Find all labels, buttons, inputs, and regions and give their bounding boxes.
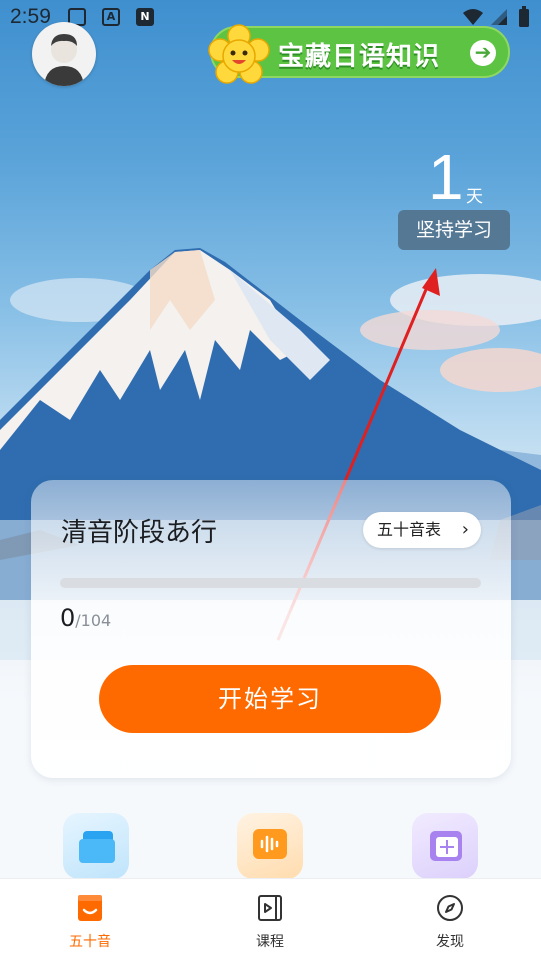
streak-days-unit: 天 [466, 187, 483, 207]
kana-chart-button[interactable]: 五十音表 › [363, 512, 481, 548]
tab-discover[interactable]: 发现 [405, 893, 495, 951]
tab-fifty-sounds[interactable]: 五十音 [45, 893, 135, 951]
video-course-icon [258, 895, 282, 921]
flower-mascot-icon [208, 24, 270, 84]
feature-cards-button[interactable] [412, 813, 478, 879]
compass-icon [437, 895, 463, 921]
streak-days-count: 1 [428, 141, 464, 213]
stage-title: 清音阶段あ行 [61, 518, 218, 548]
voice-message-icon [253, 829, 287, 859]
kana-chart-label: 五十音表 [377, 520, 442, 539]
signal-icon [491, 9, 507, 25]
progress-bar [60, 578, 481, 588]
stage-progress-card: 清音阶段あ行 五十音表 › 0/104 开始学习 [31, 480, 511, 778]
bottom-tab-bar: 五十音 课程 发现 [0, 878, 541, 962]
app-n-icon: N [136, 8, 154, 26]
banner-title: 宝藏日语知识 [278, 42, 441, 72]
folder-icon [79, 831, 115, 863]
tab-courses-label: 课程 [256, 934, 284, 950]
battery-icon [519, 6, 529, 27]
card-grid-icon [430, 831, 462, 861]
tab-discover-label: 发现 [436, 934, 464, 950]
tab-fifty-sounds-label: 五十音 [69, 934, 111, 950]
arrow-right-icon: ➔ [470, 40, 496, 66]
start-learning-button[interactable]: 开始学习 [99, 665, 441, 733]
progress-done: 0 [60, 604, 76, 632]
tab-courses[interactable]: 课程 [225, 893, 315, 951]
wifi-icon [463, 9, 483, 25]
book-smile-icon [78, 895, 102, 921]
avatar-person-icon [44, 34, 84, 86]
feature-voice-button[interactable] [237, 813, 303, 879]
user-avatar[interactable] [32, 22, 96, 86]
app-a-icon: A [102, 8, 120, 26]
progress-total: /104 [75, 611, 112, 630]
progress-counter: 0/104 [60, 604, 111, 632]
status-time: 2:59 [10, 5, 51, 28]
streak-label-badge: 坚持学习 [398, 210, 510, 250]
feature-folder-button[interactable] [63, 813, 129, 879]
chevron-right-icon: › [461, 519, 469, 540]
